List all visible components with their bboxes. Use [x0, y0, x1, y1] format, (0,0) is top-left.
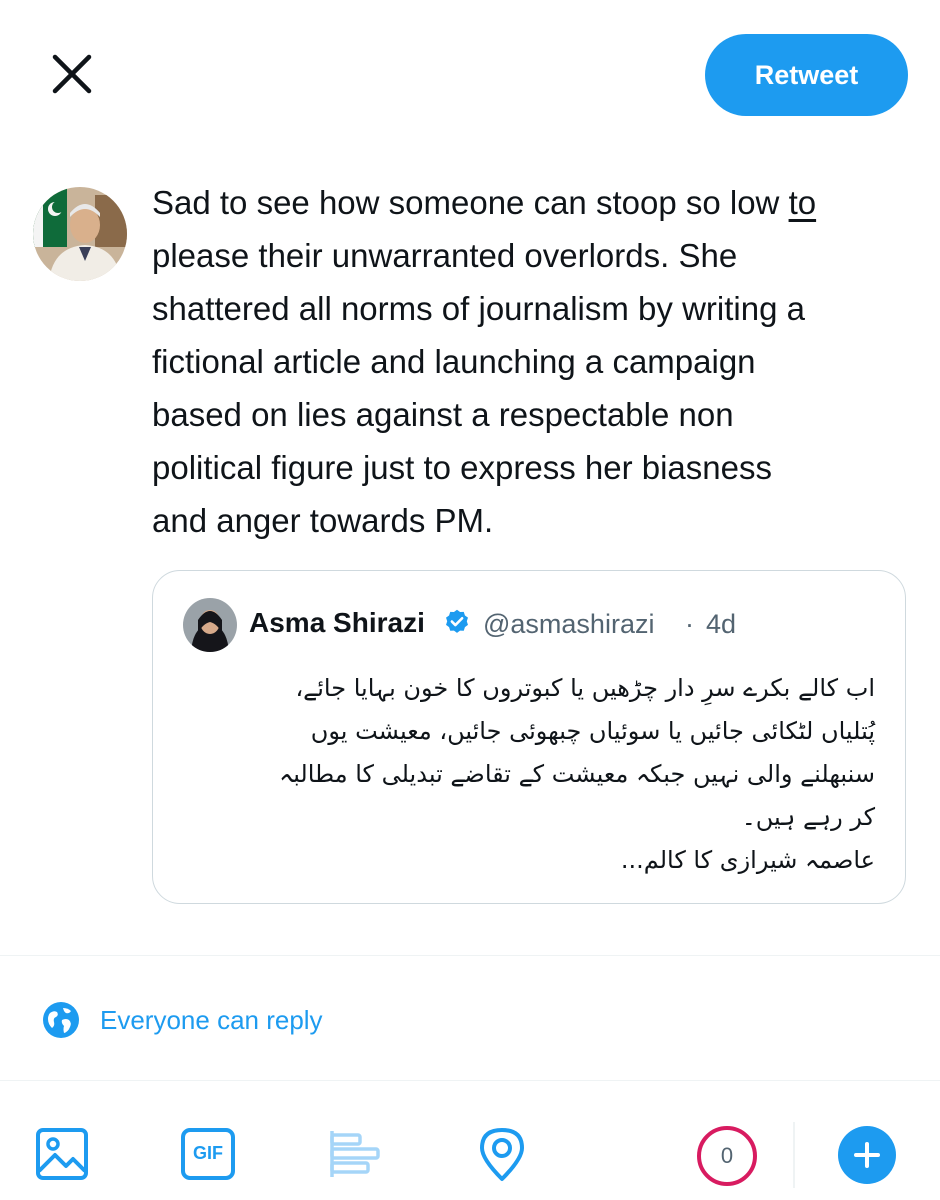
close-icon — [52, 54, 92, 94]
quoted-tweet-card[interactable]: Asma Shirazi @asmashirazi · 4d اب کالے ب… — [152, 570, 906, 904]
quoted-author-avatar — [183, 598, 237, 652]
tweet-compose-text[interactable]: Sad to see how someone can stoop so low … — [152, 176, 922, 547]
image-icon — [36, 1128, 88, 1180]
verified-badge-icon — [446, 609, 468, 633]
compose-line-1: Sad to see how someone can stoop so low — [152, 184, 789, 221]
quoted-author-handle: @asmashirazi — [483, 609, 655, 639]
compose-line-3: shattered all norms of journalism by wri… — [152, 290, 805, 327]
divider — [0, 955, 940, 956]
poll-icon — [330, 1131, 380, 1177]
add-tweet-button[interactable] — [838, 1126, 896, 1184]
author-avatar-image — [33, 187, 127, 281]
plus-icon — [854, 1142, 880, 1168]
character-counter: 0 — [697, 1126, 757, 1186]
top-bar: Retweet — [0, 0, 940, 140]
compose-line-6: political figure just to express her bia… — [152, 449, 772, 486]
toolbar-separator — [793, 1122, 795, 1188]
quoted-author-name: Asma Shirazi — [249, 607, 425, 638]
add-location-button[interactable] — [474, 1126, 530, 1182]
compose-line-7: and anger towards PM. — [152, 502, 494, 539]
divider — [0, 1080, 940, 1081]
reply-setting-label: Everyone can reply — [100, 1004, 323, 1035]
reply-setting-button[interactable]: Everyone can reply — [42, 998, 323, 1042]
add-gif-button[interactable]: GIF — [180, 1126, 236, 1182]
gif-label: GIF — [193, 1142, 223, 1163]
meta-separator: · — [685, 609, 694, 639]
quoted-avatar-image — [183, 598, 237, 652]
add-image-button[interactable] — [34, 1126, 90, 1182]
quoted-tweet-body: اب کالے بکرے سرِ دار چڑھیں یا کبوتروں کا… — [279, 674, 875, 874]
quoted-tweet-time: 4d — [706, 609, 737, 639]
character-count: 0 — [720, 1143, 734, 1168]
author-avatar[interactable] — [33, 187, 127, 281]
compose-line-1-underlined: to — [788, 184, 817, 221]
globe-icon — [43, 1002, 79, 1038]
close-button[interactable] — [46, 48, 98, 100]
compose-line-4: fictional article and launching a campai… — [152, 343, 756, 380]
retweet-button[interactable]: Retweet — [705, 34, 908, 116]
compose-line-2: please their unwarranted overlords. She — [152, 237, 738, 274]
add-poll-button[interactable] — [328, 1126, 384, 1182]
compose-line-5: based on lies against a respectable non — [152, 396, 734, 433]
location-icon — [480, 1128, 524, 1181]
